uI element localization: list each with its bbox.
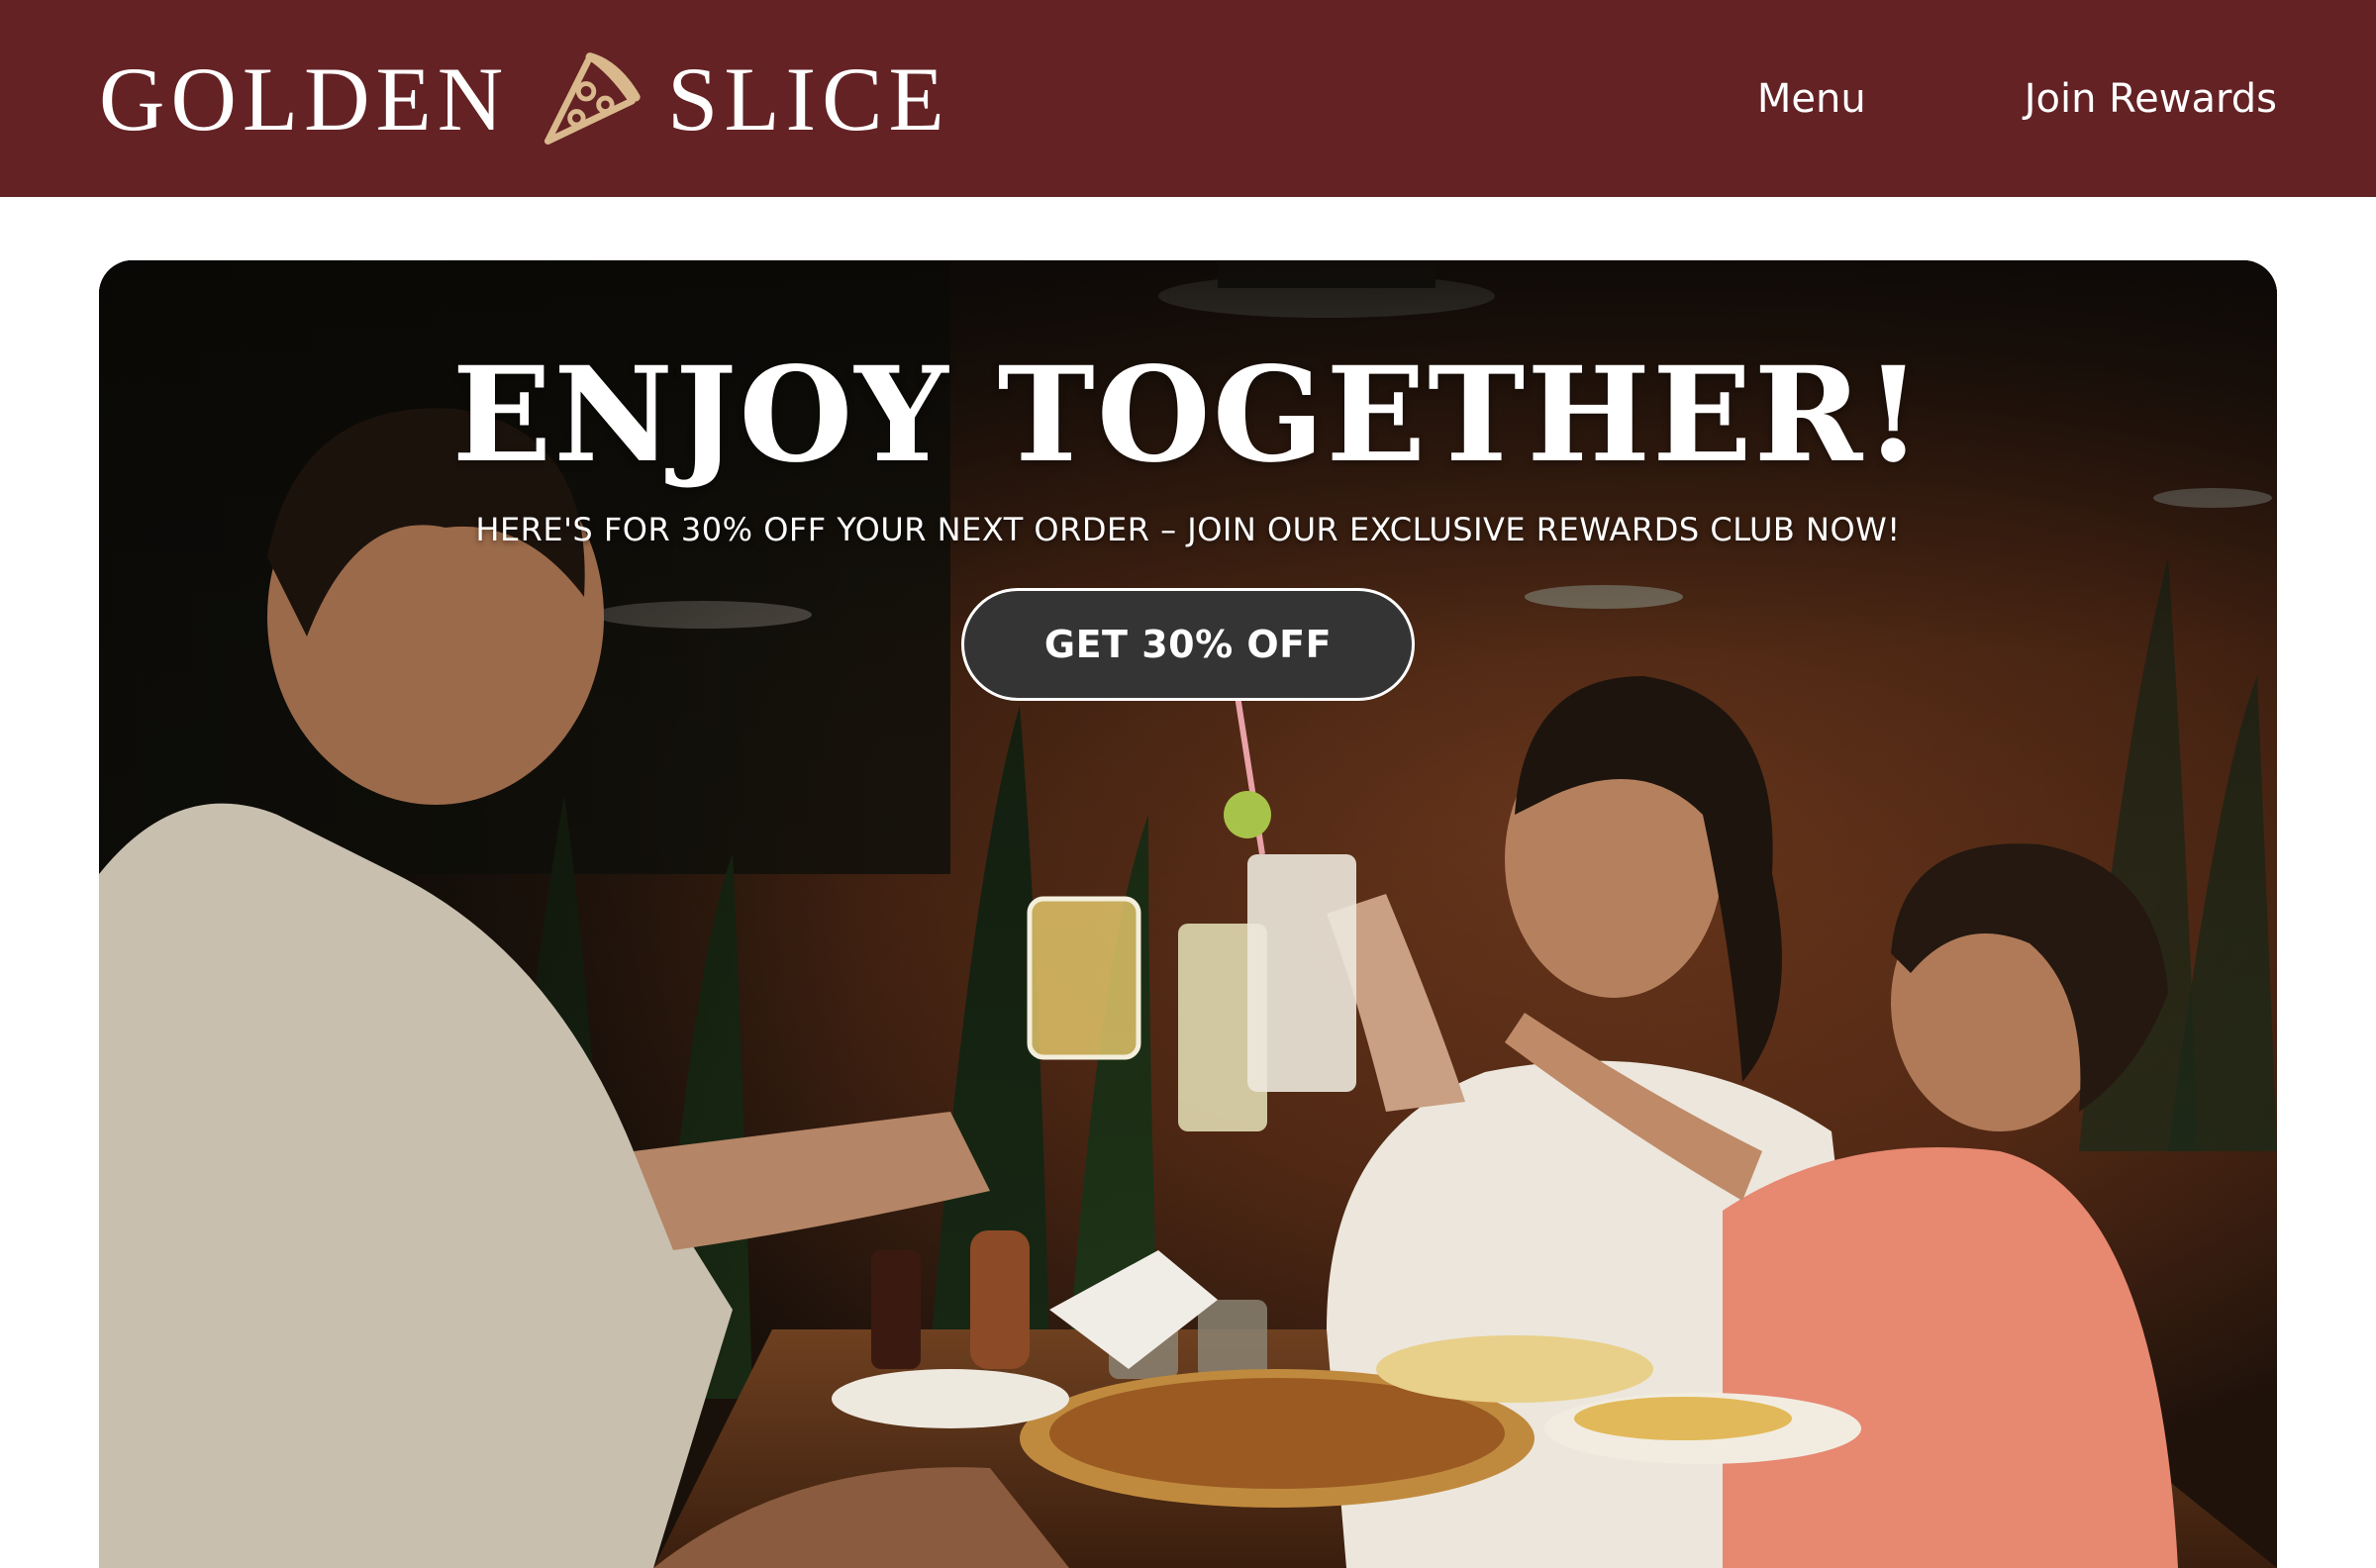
- hero-content: ENJOY TOGETHER! HERE'S FOR 30% OFF YOUR …: [99, 260, 2277, 701]
- hero-banner: ENJOY TOGETHER! HERE'S FOR 30% OFF YOUR …: [99, 260, 2277, 1568]
- pizza-slice-icon: [531, 42, 645, 156]
- nav-link-join-rewards[interactable]: Join Rewards: [2025, 76, 2277, 122]
- hero-subtitle: HERE'S FOR 30% OFF YOUR NEXT ORDER – JOI…: [475, 510, 1901, 548]
- site-header: GOLDEN SLICE Menu Join Rewards: [0, 0, 2376, 197]
- hero-title: ENJOY TOGETHER!: [451, 339, 1925, 492]
- brand-name-right: SLICE: [667, 48, 950, 149]
- get-discount-button[interactable]: GET 30% OFF: [961, 587, 1415, 701]
- nav-link-menu[interactable]: Menu: [1757, 76, 1866, 122]
- brand-name-left: GOLDEN: [99, 48, 510, 149]
- brand-logo-link[interactable]: GOLDEN SLICE: [99, 42, 950, 156]
- main-nav: Menu Join Rewards: [1599, 76, 2277, 122]
